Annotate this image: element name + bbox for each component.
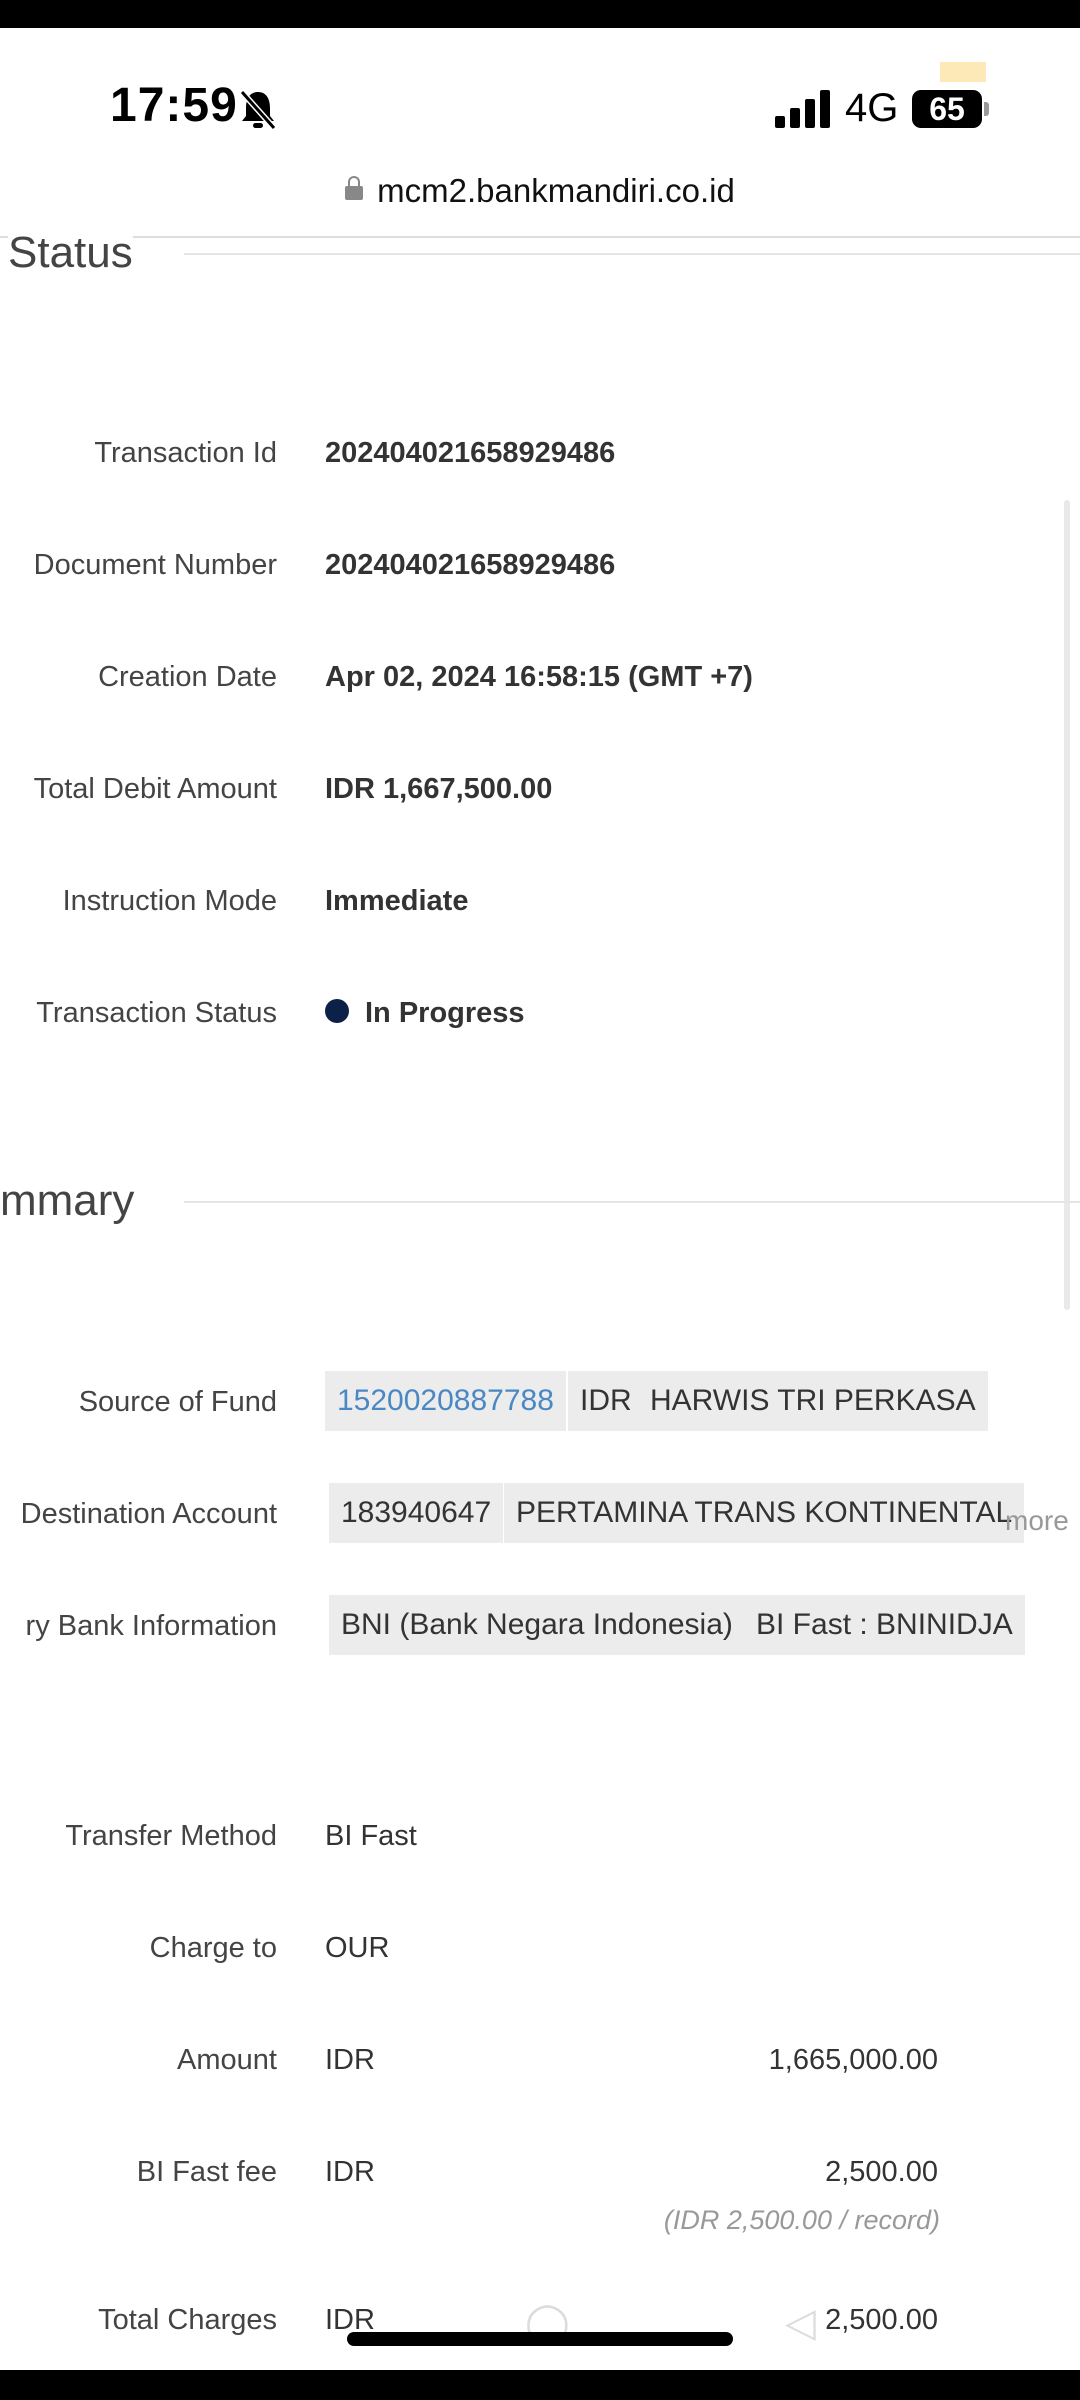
home-indicator[interactable] — [347, 2332, 733, 2346]
cellular-signal-icon — [775, 90, 830, 128]
total-debit-amount-label: Total Debit Amount — [33, 773, 277, 805]
bi-fast-fee-note: (IDR 2,500.00 / record) — [663, 2205, 940, 2235]
transaction-status-text: In Progress — [365, 997, 525, 1029]
destination-account-chip: 183940647 — [329, 1483, 504, 1543]
destination-name-chip: PERTAMINA TRANS KONTINENTAL — [504, 1483, 1025, 1543]
battery-icon: 65 — [912, 90, 982, 128]
status-section-line — [184, 253, 1080, 255]
beneficiary-bank-chip: BNI (Bank Negara Indonesia) — [329, 1595, 745, 1655]
document-number-value: 202404021658929486 — [325, 549, 616, 581]
status-dot-icon — [325, 999, 349, 1024]
creation-date-value: Apr 02, 2024 16:58:15 (GMT +7) — [325, 661, 753, 693]
transfer-method-value: BI Fast — [325, 1820, 417, 1852]
amount-label: Amount — [177, 2044, 277, 2076]
source-name-chip: HARWIS TRI PERKASA — [638, 1371, 988, 1431]
amount-value: 1,665,000.00 — [768, 2044, 938, 2076]
summary-section-line — [184, 1201, 1080, 1203]
battery-tip — [984, 102, 989, 116]
transfer-method-label: Transfer Method — [65, 1820, 277, 1852]
transaction-id-label: Transaction Id — [94, 437, 277, 469]
lock-icon — [345, 176, 364, 200]
battery-highlight — [940, 62, 986, 82]
source-currency-chip: IDR — [568, 1371, 644, 1431]
bell-muted-icon — [239, 90, 277, 130]
network-type: 4G — [845, 86, 899, 130]
total-debit-amount-value: IDR 1,667,500.00 — [325, 773, 553, 805]
url-text: mcm2.bankmandiri.co.id — [377, 172, 735, 209]
beneficiary-bank-code-chip: BI Fast : BNINIDJA — [744, 1595, 1025, 1655]
charge-to-value: OUR — [325, 1932, 390, 1964]
charge-to-label: Charge to — [149, 1932, 277, 1964]
bi-fast-fee-value: 2,500.00 — [825, 2156, 938, 2188]
instruction-mode-label: Instruction Mode — [62, 885, 277, 917]
status-time: 17:59 — [110, 79, 238, 132]
bi-fast-fee-currency: IDR — [325, 2156, 375, 2188]
summary-section-title: mmary — [0, 1176, 135, 1226]
transaction-status-label: Transaction Status — [36, 997, 277, 1029]
instruction-mode-value: Immediate — [325, 885, 469, 917]
url-divider — [0, 236, 1080, 238]
amount-currency: IDR — [325, 2044, 375, 2076]
creation-date-label: Creation Date — [98, 661, 277, 693]
beneficiary-bank-label: ry Bank Information — [25, 1610, 277, 1642]
document-number-label: Document Number — [33, 549, 277, 581]
destination-account-label: Destination Account — [20, 1498, 277, 1530]
top-black-bar — [0, 0, 1080, 28]
total-charges-value: 2,500.00 — [825, 2304, 938, 2336]
bi-fast-fee-label: BI Fast fee — [136, 2156, 277, 2188]
status-section-title: Status — [8, 228, 133, 278]
bottom-black-bar — [0, 2370, 1080, 2400]
total-charges-label: Total Charges — [98, 2304, 277, 2336]
transaction-status-value: In Progress — [325, 997, 525, 1030]
page-scrollbar[interactable] — [1064, 500, 1070, 1310]
source-account-link[interactable]: 1520020887788 — [325, 1371, 566, 1431]
source-of-fund-label: Source of Fund — [78, 1386, 277, 1418]
url-bar[interactable]: mcm2.bankmandiri.co.id — [0, 172, 1080, 236]
back-arrow-icon: ◁ — [785, 2301, 816, 2345]
transaction-id-value: 202404021658929486 — [325, 437, 616, 469]
more-link[interactable]: more — [1005, 1505, 1069, 1537]
